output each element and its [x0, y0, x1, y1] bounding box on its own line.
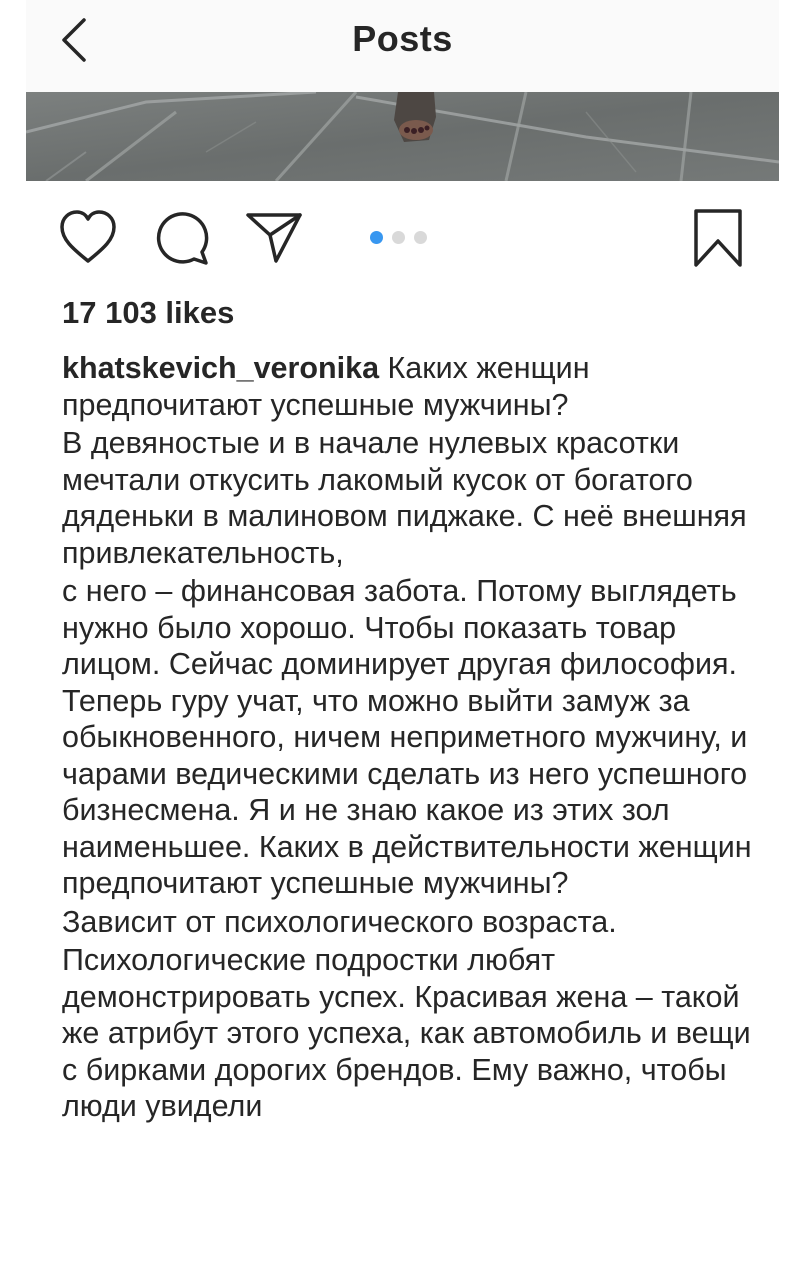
author-username[interactable]: khatskevich_veronika [62, 351, 379, 385]
caption-paragraph: с него – финансовая забота. Потому выгля… [62, 574, 752, 900]
caption-paragraph: В девяностые и в начале нулевых красотки… [62, 426, 747, 570]
page-title: Posts [352, 18, 453, 59]
heart-icon[interactable] [58, 209, 118, 265]
like-count[interactable]: 17 103 likes [62, 295, 234, 331]
post-action-bar [0, 181, 810, 286]
caption-paragraph: Зависит от психологического возраста. [62, 904, 617, 939]
bookmark-icon[interactable] [690, 207, 746, 269]
carousel-dot [414, 231, 427, 244]
comment-bubble-icon[interactable] [152, 207, 212, 267]
carousel-indicator [370, 231, 427, 245]
caption-paragraph: Психологические подростки любят демонстр… [62, 943, 751, 1123]
post-image[interactable] [26, 92, 779, 181]
post-caption: khatskevich_veronika Каких женщин предпо… [62, 350, 762, 1127]
navigation-bar: Posts [26, 0, 779, 92]
paper-plane-icon[interactable] [244, 207, 304, 265]
caption-first-paragraph: khatskevich_veronika Каких женщин предпо… [62, 350, 762, 423]
tile-floor-photo [26, 92, 779, 181]
carousel-dot-active [370, 231, 383, 244]
carousel-dot [392, 231, 405, 244]
